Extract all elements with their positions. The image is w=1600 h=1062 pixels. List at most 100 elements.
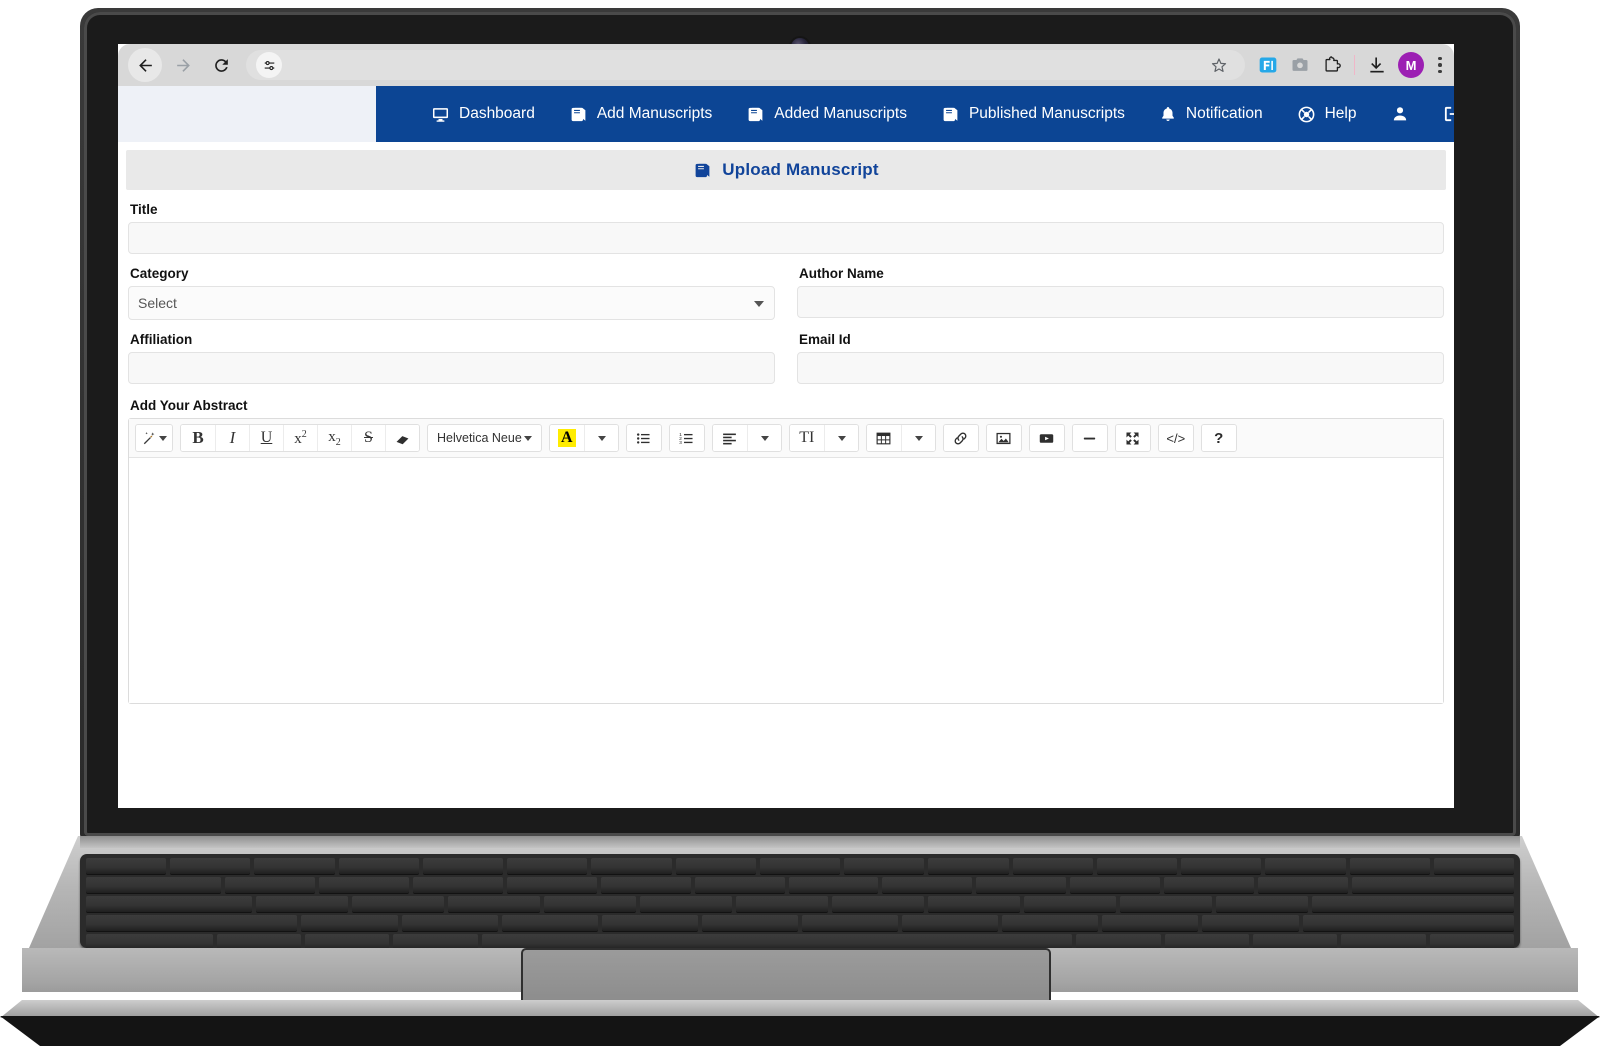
key	[1215, 896, 1308, 912]
logout-button[interactable]	[1426, 86, 1454, 142]
monitor-icon	[432, 107, 449, 122]
toolbar-divider	[1354, 55, 1355, 75]
key	[735, 896, 828, 912]
reload-button[interactable]	[204, 48, 238, 82]
back-button[interactable]	[128, 48, 162, 82]
toolbar-group-help: ?	[1200, 424, 1237, 452]
nav-item-published-manuscripts[interactable]: Published Manuscripts	[924, 86, 1142, 142]
nav-item-notification[interactable]: Notification	[1142, 86, 1280, 142]
table-icon	[876, 432, 891, 444]
bold-button[interactable]: B	[181, 425, 215, 451]
align-dropdown-button[interactable]	[746, 425, 781, 451]
forward-button[interactable]	[166, 48, 200, 82]
font-color-button[interactable]: A	[549, 425, 584, 451]
link-button[interactable]	[943, 425, 978, 451]
abstract-label: Add Your Abstract	[130, 398, 248, 413]
downloads-button[interactable]	[1362, 50, 1392, 80]
key	[601, 915, 698, 931]
keyboard-row	[86, 896, 1514, 912]
video-button[interactable]	[1029, 425, 1064, 451]
email-id-input[interactable]	[797, 352, 1444, 384]
app-nav-links: Dashboard Add Manuscripts Added Manuscri…	[376, 86, 1454, 142]
toolbar-group-ordered-list: 1 2 3	[668, 424, 705, 452]
subscript-button[interactable]: x2	[317, 425, 351, 451]
browser-menu-button[interactable]	[1430, 50, 1450, 80]
table-dropdown-button[interactable]	[900, 425, 935, 451]
nav-label: Added Manuscripts	[774, 105, 907, 123]
key	[255, 896, 348, 912]
author-name-input[interactable]	[797, 286, 1444, 318]
category-select[interactable]: Select	[128, 286, 775, 320]
nav-item-help[interactable]: Help	[1280, 86, 1374, 142]
key	[507, 858, 588, 874]
remove-format-button[interactable]	[385, 425, 419, 451]
site-settings-button[interactable]	[256, 52, 282, 78]
subscript-glyph: x2	[328, 428, 341, 448]
address-bar[interactable]	[246, 50, 1245, 80]
key	[1002, 915, 1099, 931]
affiliation-label: Affiliation	[130, 332, 193, 347]
title-input[interactable]	[128, 222, 1444, 254]
key	[1341, 934, 1426, 950]
key	[501, 915, 598, 931]
fullscreen-button[interactable]	[1115, 425, 1150, 451]
key	[1012, 858, 1093, 874]
extension-badge-button[interactable]	[1253, 50, 1283, 80]
horizontal-rule-button[interactable]	[1072, 425, 1107, 451]
forward-arrow-icon	[176, 58, 190, 72]
image-button[interactable]	[986, 425, 1021, 451]
avatar[interactable]: M	[1398, 52, 1424, 78]
app-navigation-bar: Dashboard Add Manuscripts Added Manuscri…	[118, 86, 1454, 142]
extensions-button[interactable]	[1317, 50, 1347, 80]
align-left-icon	[723, 433, 737, 444]
font-name-button[interactable]: Helvetica Neue	[428, 425, 541, 451]
star-icon	[1211, 58, 1227, 72]
italic-button[interactable]: I	[215, 425, 249, 451]
line-height-glyph: TI	[799, 429, 815, 446]
line-height-dropdown-button[interactable]	[823, 425, 858, 451]
strikethrough-button[interactable]: S	[351, 425, 385, 451]
abstract-editor-body[interactable]	[129, 458, 1443, 703]
menu-dot	[1438, 69, 1442, 74]
underline-button[interactable]: U	[249, 425, 283, 451]
chevron-down-icon	[761, 435, 770, 441]
font-color-dropdown-button[interactable]	[583, 425, 618, 451]
superscript-button[interactable]: x2	[283, 425, 317, 451]
align-button[interactable]	[712, 425, 747, 451]
nav-item-added-manuscripts[interactable]: Added Manuscripts	[729, 86, 924, 142]
key	[254, 858, 335, 874]
key	[1096, 858, 1178, 874]
account-button[interactable]	[1374, 86, 1426, 142]
toolbar-group-code-view: </>	[1157, 424, 1194, 452]
brand-logo-area	[118, 86, 376, 142]
laptop-mockup: M Dashboard Add Manuscripts Added Manusc…	[0, 0, 1600, 1062]
toolbar-group-style	[135, 424, 173, 452]
back-arrow-icon	[138, 58, 152, 72]
editor-help-button[interactable]: ?	[1201, 425, 1236, 451]
camera-button[interactable]	[1285, 50, 1315, 80]
unordered-list-button[interactable]	[626, 425, 661, 451]
email-id-label: Email Id	[799, 332, 851, 347]
style-button[interactable]	[136, 425, 172, 451]
key	[447, 896, 540, 912]
nav-item-dashboard[interactable]: Dashboard	[414, 86, 552, 142]
extension-badge-icon	[1259, 57, 1277, 73]
key	[301, 915, 398, 931]
toolbar-group-video	[1028, 424, 1065, 452]
nav-item-add-manuscripts[interactable]: Add Manuscripts	[552, 86, 729, 142]
author-name-label: Author Name	[799, 266, 884, 281]
italic-glyph: I	[229, 428, 236, 447]
line-height-button[interactable]: TI	[789, 425, 824, 451]
toolbar-group-text-format: B I U x2 x2 S	[180, 424, 420, 452]
code-view-button[interactable]: </>	[1158, 425, 1193, 451]
affiliation-input[interactable]	[128, 352, 775, 384]
code-view-glyph: </>	[1166, 430, 1186, 446]
key	[801, 915, 899, 931]
laptop-keyboard	[80, 854, 1520, 950]
form-row-category-author: Category Select Author Name	[128, 266, 1444, 320]
key	[86, 877, 221, 893]
ordered-list-button[interactable]: 1 2 3	[669, 425, 704, 451]
bookmark-button[interactable]	[1205, 51, 1233, 79]
book-icon	[748, 107, 763, 121]
table-button[interactable]	[866, 425, 901, 451]
